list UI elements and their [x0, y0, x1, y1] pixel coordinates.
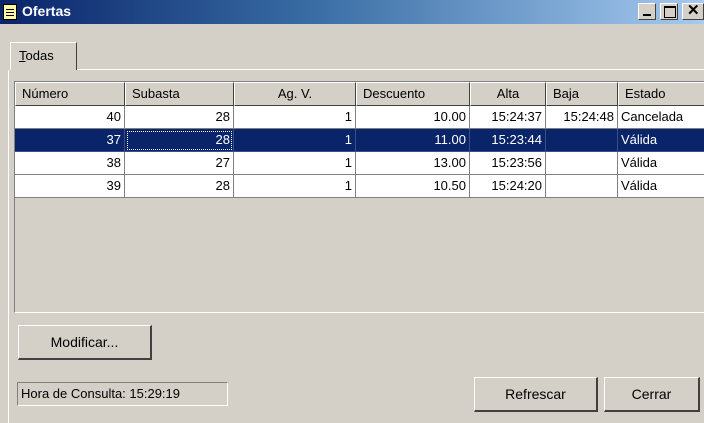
maximize-icon — [664, 6, 676, 18]
cell-subasta: 28 — [125, 106, 234, 129]
notepad-icon — [3, 4, 17, 20]
cell-alta: 15:24:37 — [470, 106, 546, 129]
maximize-button[interactable] — [660, 3, 678, 20]
minimize-button[interactable] — [638, 3, 656, 20]
cell-subasta: 28 — [125, 175, 234, 198]
column-header-subasta[interactable]: Subasta — [125, 82, 234, 106]
cell-alta: 15:23:44 — [470, 129, 546, 152]
cell-estado: Válida — [618, 152, 704, 175]
cell-descuento: 11.00 — [356, 129, 470, 152]
cell-numero: 38 — [15, 152, 125, 175]
cell-estado: Cancelada — [618, 106, 704, 129]
cell-subasta: 27 — [125, 152, 234, 175]
cell-alta: 15:24:20 — [470, 175, 546, 198]
cell-numero: 39 — [15, 175, 125, 198]
cell-subasta-focused: 28 — [125, 129, 234, 152]
column-header-alta[interactable]: Alta — [470, 82, 546, 106]
cell-alta: 15:23:56 — [470, 152, 546, 175]
column-header-descuento[interactable]: Descuento — [356, 82, 470, 106]
cell-numero: 40 — [15, 106, 125, 129]
cell-baja — [546, 152, 618, 175]
cell-descuento: 13.00 — [356, 152, 470, 175]
cell-numero: 37 — [15, 129, 125, 152]
cell-agv: 1 — [234, 106, 356, 129]
column-header-estado[interactable]: Estado — [618, 82, 704, 106]
close-button[interactable]: Cerrar — [604, 377, 700, 412]
query-time-status: Hora de Consulta: 15:29:19 — [17, 382, 228, 406]
cell-baja — [546, 129, 618, 152]
close-button[interactable]: ✕ — [682, 2, 704, 20]
refresh-button[interactable]: Refrescar — [474, 377, 598, 412]
cell-descuento: 10.00 — [356, 106, 470, 129]
tab-todas[interactable]: Todas — [10, 42, 77, 70]
cell-baja: 15:24:48 — [546, 106, 618, 129]
table-row[interactable]: 40 28 1 10.00 15:24:37 15:24:48 Cancelad… — [15, 106, 704, 129]
tab-strip-edge — [77, 69, 704, 70]
close-icon: ✕ — [687, 2, 700, 19]
cell-descuento: 10.50 — [356, 175, 470, 198]
column-header-numero[interactable]: Número — [15, 82, 125, 106]
table-row[interactable]: 39 28 1 10.50 15:24:20 Válida — [15, 175, 704, 198]
cell-estado: Válida — [618, 129, 704, 152]
offers-table[interactable]: Número Subasta Ag. V. Descuento Alta Baj… — [14, 81, 704, 313]
modify-button[interactable]: Modificar... — [18, 325, 152, 360]
cell-agv: 1 — [234, 152, 356, 175]
cell-agv: 1 — [234, 175, 356, 198]
window-title: Ofertas — [22, 3, 72, 19]
column-header-baja[interactable]: Baja — [546, 82, 618, 106]
title-bar[interactable]: Ofertas ✕ — [0, 0, 704, 24]
column-header-agv[interactable]: Ag. V. — [234, 82, 356, 106]
cell-estado: Válida — [618, 175, 704, 198]
tab-label: Todas — [19, 48, 54, 63]
cell-agv: 1 — [234, 129, 356, 152]
table-row[interactable]: 38 27 1 13.00 15:23:56 Válida — [15, 152, 704, 175]
cell-baja — [546, 175, 618, 198]
minimize-icon — [643, 14, 651, 16]
table-row-selected[interactable]: 37 28 1 11.00 15:23:44 Válida — [15, 129, 704, 152]
